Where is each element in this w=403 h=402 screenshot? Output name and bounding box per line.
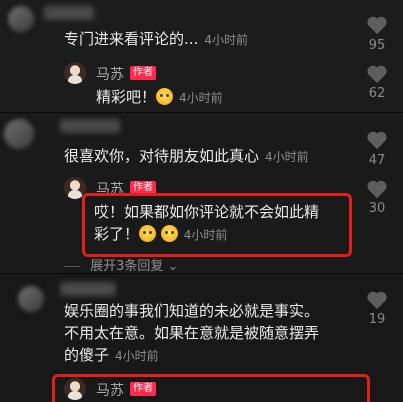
like-count: 95 bbox=[368, 38, 386, 53]
heart-icon[interactable] bbox=[366, 15, 388, 35]
username-blurred[interactable] bbox=[44, 6, 94, 20]
like-count: 19 bbox=[368, 312, 386, 327]
reply-text[interactable]: 精彩吧！ 4小时前 bbox=[96, 86, 223, 109]
comment-text[interactable]: 娱乐圈的事我们知道的未必就是事实。 bbox=[64, 300, 319, 322]
like-count: 62 bbox=[368, 86, 386, 101]
avatar[interactable] bbox=[4, 119, 34, 149]
author-badge: 作者 bbox=[130, 66, 156, 80]
heart-icon[interactable] bbox=[366, 64, 388, 84]
author-avatar[interactable] bbox=[64, 62, 86, 84]
timestamp: 4小时前 bbox=[204, 33, 248, 47]
timestamp: 4小时前 bbox=[183, 228, 228, 242]
expand-replies-link[interactable]: 展开3条回复 ⌄ bbox=[64, 255, 178, 274]
timestamp: 4小时前 bbox=[265, 150, 309, 164]
reply-text-line2[interactable]: 彩了！ 4小时前 bbox=[94, 223, 227, 246]
comment-panel-3: 娱乐圈的事我们知道的未必就是事实。 不用太在意。如果在意就是被随意摆弄 的傻子 4… bbox=[0, 274, 403, 402]
smile-emoji-icon bbox=[160, 225, 178, 242]
smile-emoji-icon bbox=[156, 88, 174, 105]
smile-emoji-icon bbox=[139, 225, 157, 242]
heart-icon[interactable] bbox=[366, 179, 388, 199]
author-avatar[interactable] bbox=[64, 378, 86, 400]
heart-icon[interactable] bbox=[366, 130, 388, 150]
heart-icon[interactable] bbox=[366, 290, 388, 310]
author-badge: 作者 bbox=[130, 382, 156, 396]
username-blurred[interactable] bbox=[60, 119, 120, 133]
timestamp: 4小时前 bbox=[179, 91, 223, 105]
username-blurred[interactable] bbox=[60, 282, 116, 296]
comment-panel-2: 很喜欢你，对待朋友如此真心 4小时前 47 马苏 作者 哎！如果都如你评论就不会如… bbox=[0, 113, 403, 274]
comment-text[interactable]: 很喜欢你，对待朋友如此真心 4小时前 bbox=[64, 145, 309, 168]
comment-text[interactable]: 专门进来看评论的... 4小时前 bbox=[64, 28, 248, 51]
author-name[interactable]: 马苏 bbox=[96, 380, 124, 400]
avatar[interactable] bbox=[18, 286, 44, 312]
timestamp: 4小时前 bbox=[115, 349, 159, 363]
like-count: 47 bbox=[368, 153, 386, 168]
comment-panel-1: 专门进来看评论的... 4小时前 95 马苏 作者 精彩吧！ 4小时前 62 bbox=[0, 0, 403, 113]
author-name[interactable]: 马苏 bbox=[96, 64, 124, 84]
like-count: 30 bbox=[368, 201, 386, 216]
comment-text-line2[interactable]: 不用太在意。如果在意就是被随意摆弄 bbox=[64, 322, 319, 344]
avatar[interactable] bbox=[8, 6, 34, 32]
reply-text[interactable]: 哎！如果都如你评论就不会如此精 bbox=[94, 201, 319, 223]
comment-text-line3[interactable]: 的傻子 4小时前 bbox=[64, 344, 159, 367]
